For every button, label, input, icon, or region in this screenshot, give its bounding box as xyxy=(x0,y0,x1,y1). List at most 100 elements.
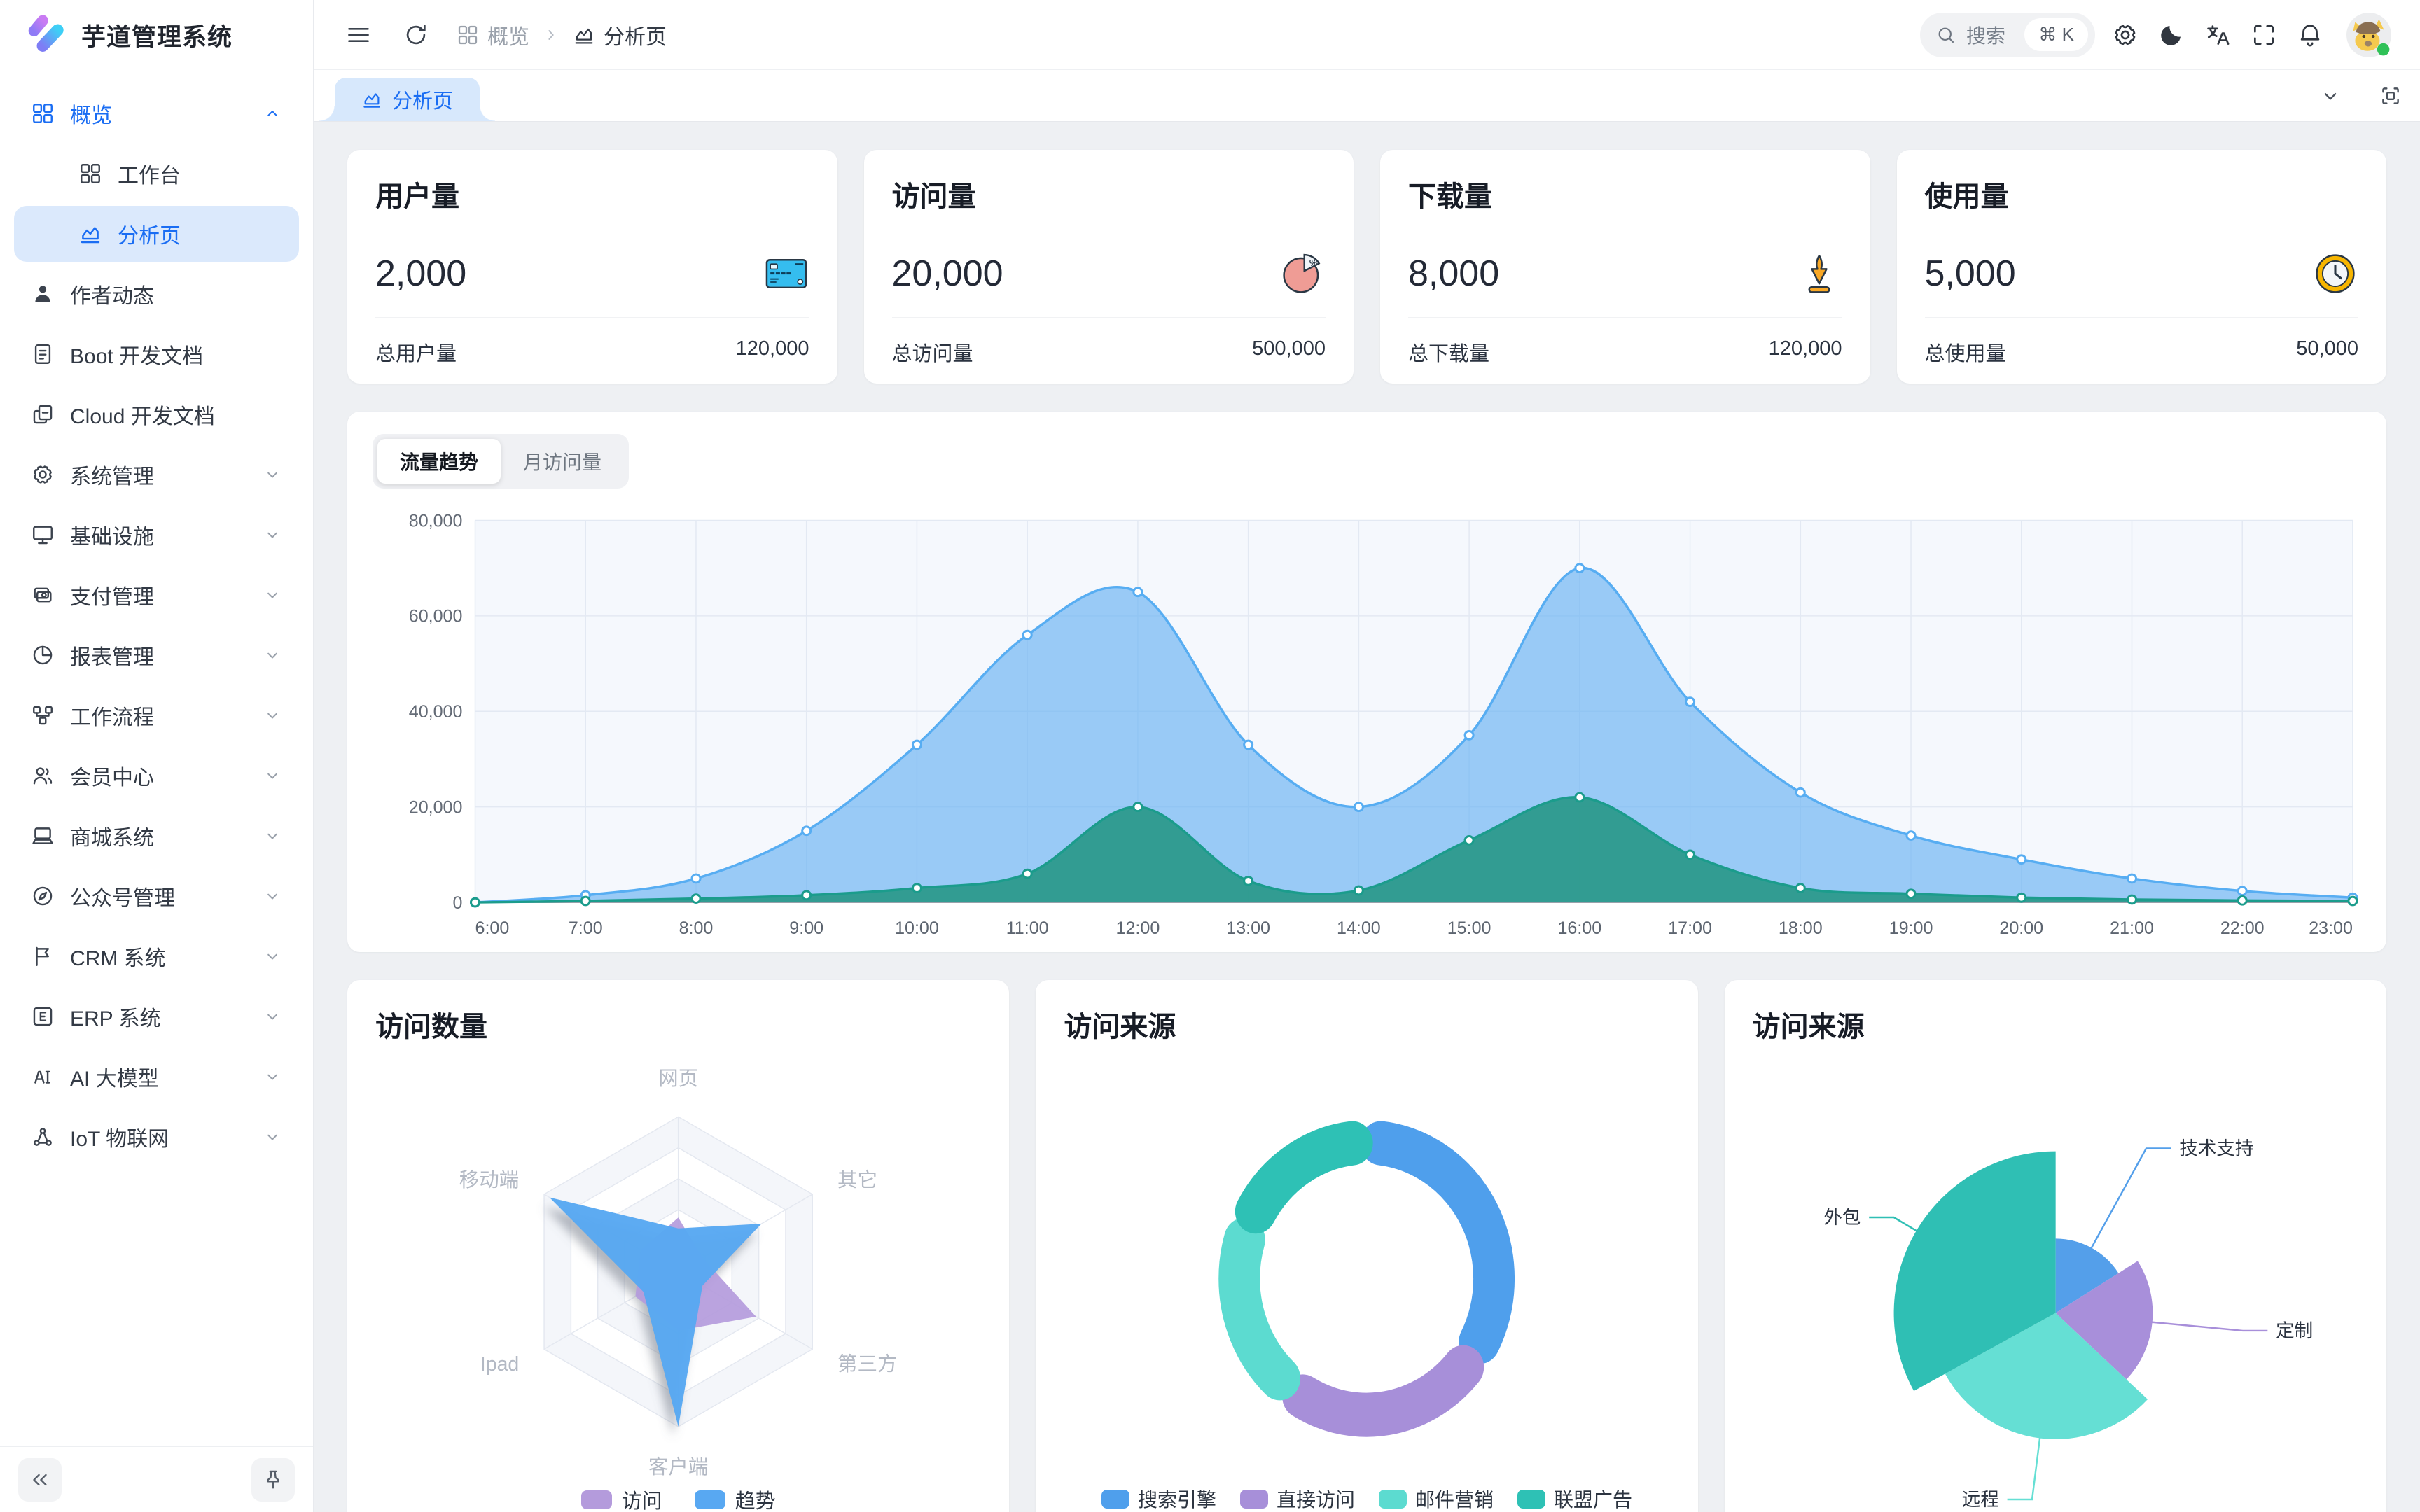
legend-swatch xyxy=(695,1490,725,1509)
bell-icon xyxy=(2297,22,2323,48)
trend-tab-月访问量[interactable]: 月访问量 xyxy=(501,439,624,484)
sidebar-item-erp-系统[interactable]: ERP 系统 xyxy=(14,988,299,1044)
legend-label: 邮件营销 xyxy=(1415,1485,1494,1512)
legend-swatch xyxy=(1517,1490,1545,1508)
legend-item-邮件营销[interactable]: 邮件营销 xyxy=(1379,1485,1494,1512)
sidebar-item-label: IoT 物联网 xyxy=(70,1121,169,1152)
sidebar-item-label: 作者动态 xyxy=(70,279,154,309)
chevron-down-icon xyxy=(263,465,282,484)
sidebar-item-报表管理[interactable]: 报表管理 xyxy=(14,627,299,683)
content-maximize-button[interactable] xyxy=(2360,70,2420,121)
breadcrumb-item[interactable]: 概览 xyxy=(457,20,529,50)
legend-item-访问[interactable]: 访问 xyxy=(581,1485,662,1512)
svg-text:客户端: 客户端 xyxy=(648,1456,709,1478)
svg-text:6:00: 6:00 xyxy=(475,919,510,938)
svg-text:其它: 其它 xyxy=(837,1169,877,1191)
legend-item-联盟广告[interactable]: 联盟广告 xyxy=(1517,1485,1632,1512)
sidebar-item-工作流程[interactable]: 工作流程 xyxy=(14,687,299,743)
tab-list-dropdown-button[interactable] xyxy=(2300,70,2360,121)
app-logo-home-link[interactable]: 芋道管理系统 xyxy=(0,0,313,70)
svg-text:20,000: 20,000 xyxy=(409,799,463,818)
legend-swatch xyxy=(1240,1490,1268,1508)
legend-item-趋势[interactable]: 趋势 xyxy=(695,1485,776,1512)
maximize-icon xyxy=(2379,84,2402,108)
sidebar-item-分析页[interactable]: 分析页 xyxy=(14,206,299,262)
sidebar-item-商城系统[interactable]: 商城系统 xyxy=(14,808,299,864)
sidebar-item-label: 会员中心 xyxy=(70,760,154,791)
legend-swatch xyxy=(1101,1490,1129,1508)
pie-label-远程: 远程 xyxy=(1961,1489,1998,1510)
user-avatar[interactable] xyxy=(2346,12,2392,58)
wallet-icon xyxy=(31,583,55,607)
sidebar-item-公众号管理[interactable]: 公众号管理 xyxy=(14,868,299,924)
main-column: 概览分析页 搜索 ⌘ K 分析页 用户量2,000总用户 xyxy=(314,0,2420,1512)
visit-volume-title: 访问数量 xyxy=(375,1004,981,1044)
svg-text:16:00: 16:00 xyxy=(1557,919,1601,938)
sidebar-item-cloud-开发文档[interactable]: Cloud 开发文档 xyxy=(14,386,299,442)
sidebar-item-crm-系统[interactable]: CRM 系统 xyxy=(14,928,299,984)
legend-label: 联盟广告 xyxy=(1554,1485,1632,1512)
sidebar-item-基础设施[interactable]: 基础设施 xyxy=(14,507,299,563)
moon-button[interactable] xyxy=(2148,12,2195,58)
sidebar-item-工作台[interactable]: 工作台 xyxy=(14,146,299,202)
tabbar: 分析页 xyxy=(314,70,2420,122)
grid-icon xyxy=(78,162,102,186)
bell-button[interactable] xyxy=(2287,12,2333,58)
visit-source-donut-title: 访问来源 xyxy=(1064,1004,1669,1044)
fullscreen-button[interactable] xyxy=(2241,12,2287,58)
chevron-down-icon xyxy=(263,886,282,906)
chevron-down-icon xyxy=(263,1007,282,1026)
breadcrumb-item[interactable]: 分析页 xyxy=(573,20,667,50)
breadcrumb: 概览 分析页 xyxy=(457,20,667,50)
sidebar-item-iot-物联网[interactable]: IoT 物联网 xyxy=(14,1109,299,1165)
sidebar-item-label: AI 大模型 xyxy=(70,1061,159,1092)
svg-text:20:00: 20:00 xyxy=(1999,919,2043,938)
sidebar-item-label: 报表管理 xyxy=(70,640,154,671)
sidebar-item-会员中心[interactable]: 会员中心 xyxy=(14,748,299,804)
refresh-button[interactable] xyxy=(399,18,433,52)
chevron-up-icon xyxy=(263,104,282,123)
trend-tabs: 流量趋势月访问量 xyxy=(373,434,629,489)
app-title: 芋道管理系统 xyxy=(81,18,232,53)
tab-analysis-label: 分析页 xyxy=(392,85,453,114)
trend-tab-流量趋势[interactable]: 流量趋势 xyxy=(377,439,501,484)
person-icon xyxy=(31,282,55,306)
translate-button[interactable] xyxy=(2195,12,2241,58)
svg-text:移动端: 移动端 xyxy=(459,1169,520,1191)
svg-text:9:00: 9:00 xyxy=(789,919,823,938)
files-icon xyxy=(31,402,55,426)
refresh-icon xyxy=(403,22,429,48)
sidebar-item-系统管理[interactable]: 系统管理 xyxy=(14,447,299,503)
pie-label-技术支持: 技术支持 xyxy=(2179,1138,2253,1158)
visit-source-rose-title: 访问来源 xyxy=(1753,1004,2358,1044)
chevron-down-icon xyxy=(263,826,282,846)
chevron-down-icon xyxy=(263,1127,282,1147)
sidebar-item-作者动态[interactable]: 作者动态 xyxy=(14,266,299,322)
gear-button[interactable] xyxy=(2102,12,2148,58)
tab-analysis[interactable]: 分析页 xyxy=(335,78,480,121)
sidebar-collapse-button[interactable] xyxy=(18,1458,62,1502)
radar-legend: 访问 趋势 xyxy=(375,1485,981,1512)
search-input[interactable]: 搜索 ⌘ K xyxy=(1920,13,2095,57)
sidebar-item-boot-开发文档[interactable]: Boot 开发文档 xyxy=(14,326,299,382)
gear-icon xyxy=(2112,22,2139,48)
visit-source-rose-chart: 技术支持定制远程外包 xyxy=(1753,1051,2358,1512)
sidebar-item-支付管理[interactable]: 支付管理 xyxy=(14,567,299,623)
chevron-down-icon xyxy=(263,645,282,665)
legend-item-直接访问[interactable]: 直接访问 xyxy=(1240,1485,1355,1512)
legend-label: 趋势 xyxy=(735,1485,776,1512)
erp-icon xyxy=(31,1004,55,1028)
sidebar-pin-button[interactable] xyxy=(251,1458,295,1502)
legend-item-搜索引擎[interactable]: 搜索引擎 xyxy=(1101,1485,1216,1512)
download-icon xyxy=(1796,251,1842,297)
sidebar-item-ai-大模型[interactable]: AI 大模型 xyxy=(14,1049,299,1105)
chart-icon xyxy=(361,89,382,110)
menu-toggle-button[interactable] xyxy=(342,18,375,52)
monitor-icon xyxy=(31,523,55,547)
sidebar-item-label: CRM 系统 xyxy=(70,941,166,972)
chevron-down-icon xyxy=(263,706,282,725)
svg-text:网页: 网页 xyxy=(658,1068,698,1090)
stat-footer-label: 总用户量 xyxy=(375,337,457,367)
sidebar-item-概览[interactable]: 概览 xyxy=(14,85,299,141)
chart-icon xyxy=(361,89,382,110)
